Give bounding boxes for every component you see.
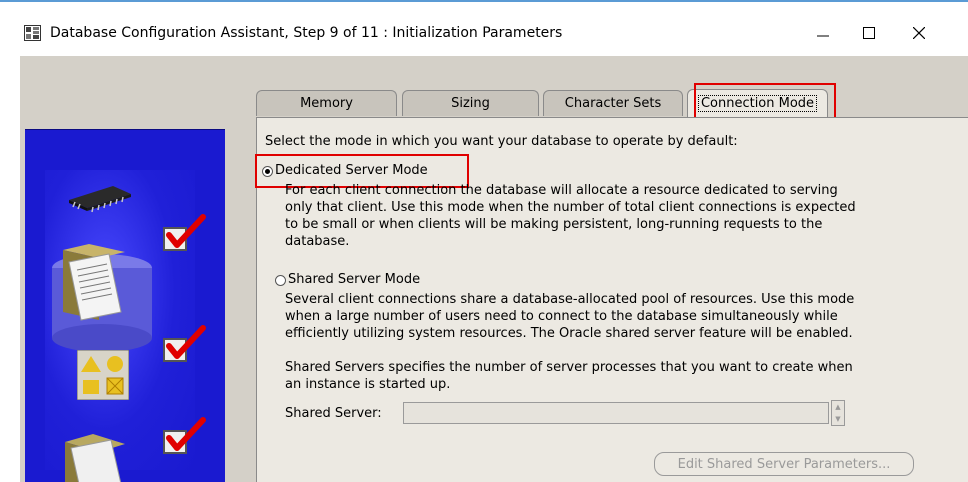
tab-memory-label: Memory (300, 96, 353, 111)
wizard-side-panel (25, 129, 225, 482)
red-checkmark-icon (163, 325, 206, 362)
red-checkmark-icon (163, 417, 206, 454)
memory-chip-icon (67, 174, 133, 218)
shared-servers-note-line-2: an instance is started up. (285, 377, 451, 392)
dedicated-desc-line-4: database. (285, 234, 350, 249)
shared-server-spinner[interactable]: ▲ ▼ (831, 400, 845, 426)
close-button[interactable] (896, 16, 942, 50)
close-icon (912, 24, 926, 43)
tab-sizing[interactable]: Sizing (402, 90, 539, 116)
shared-server-radio[interactable] (275, 275, 286, 286)
tab-memory[interactable]: Memory (256, 90, 397, 116)
tab-sizing-label: Sizing (451, 96, 490, 111)
panel-intro-text: Select the mode in which you want your d… (265, 134, 738, 149)
minimize-button[interactable] (800, 16, 846, 50)
database-grid-icon (24, 25, 41, 41)
maximize-icon (863, 24, 875, 43)
folder-icon (59, 430, 129, 482)
spinner-up-icon[interactable]: ▲ (833, 401, 843, 412)
shared-desc-line-2: when a large number of users need to con… (285, 309, 838, 324)
maximize-button[interactable] (846, 16, 892, 50)
tab-character-sets[interactable]: Character Sets (543, 90, 683, 116)
shared-desc-line-1: Several client connections share a datab… (285, 292, 855, 307)
document-folder-icon (59, 240, 129, 328)
shared-servers-note-line-1: Shared Servers specifies the number of s… (285, 360, 853, 375)
shared-server-label[interactable]: Shared Server Mode (288, 271, 420, 289)
shared-desc-line-3: efficiently utilizing system resources. … (285, 326, 853, 341)
dbca-window: Database Configuration Assistant, Step 9… (0, 0, 968, 482)
dedicated-desc-line-1: For each client connection the database … (285, 183, 838, 198)
dialog-content: Memory Sizing Character Sets Connection … (20, 56, 968, 482)
dedicated-server-radio[interactable] (262, 166, 273, 177)
connection-mode-panel: Select the mode in which you want your d… (255, 117, 968, 482)
edit-shared-server-parameters-button[interactable]: Edit Shared Server Parameters... (654, 452, 914, 476)
minimize-icon (817, 24, 829, 43)
connection-mode-tab-highlight (694, 83, 836, 121)
shared-server-field-label: Shared Server: (285, 406, 382, 421)
window-title: Database Configuration Assistant, Step 9… (50, 25, 563, 41)
red-checkmark-icon (163, 214, 206, 251)
window-top-accent (0, 0, 968, 2)
dedicated-server-label[interactable]: Dedicated Server Mode (275, 162, 428, 180)
shared-server-input[interactable] (403, 402, 829, 424)
tab-character-sets-label: Character Sets (564, 96, 662, 111)
dedicated-desc-line-3: to be small or when clients will be maki… (285, 217, 823, 232)
shapes-tile-icon (76, 349, 130, 404)
spinner-down-icon[interactable]: ▼ (833, 413, 843, 424)
dedicated-desc-line-2: only that client. Use this mode when the… (285, 200, 856, 215)
title-bar: Database Configuration Assistant, Step 9… (0, 16, 968, 50)
